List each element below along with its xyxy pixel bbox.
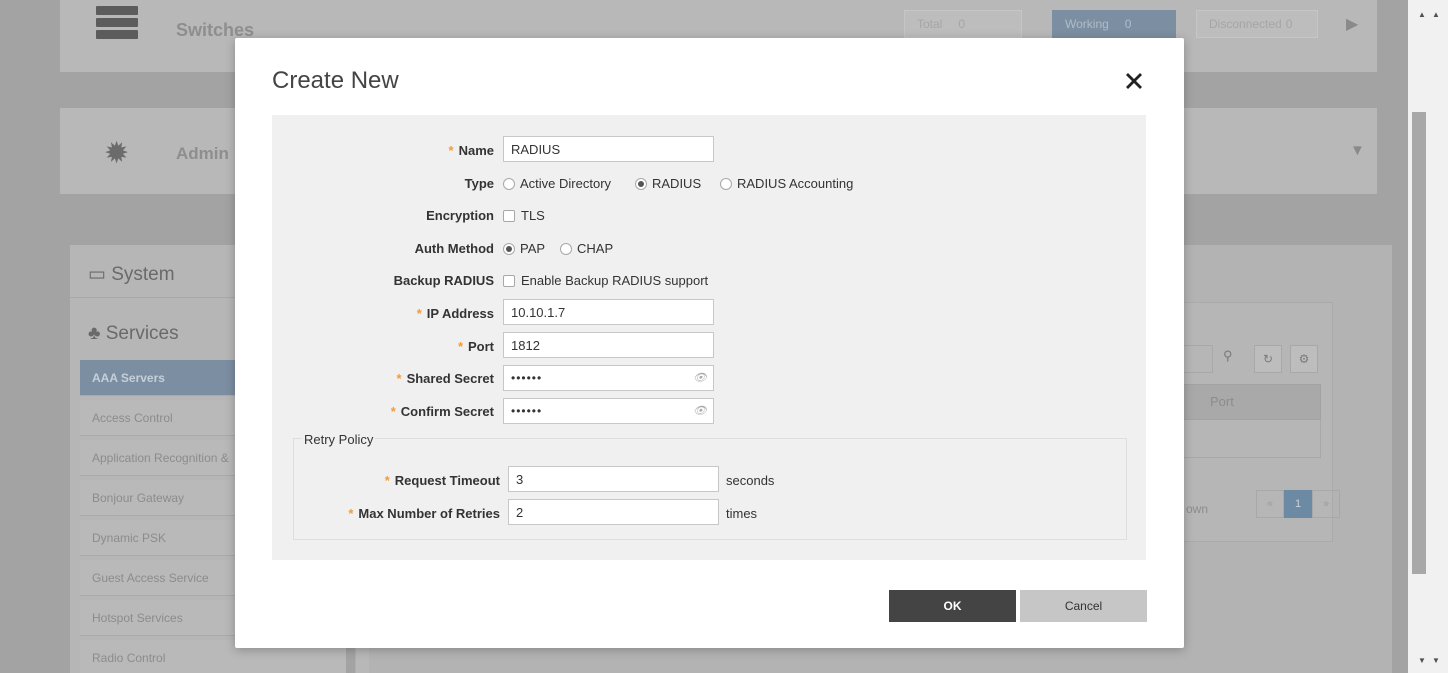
request-timeout-label: * Request Timeout <box>384 473 500 488</box>
backup-radius-checkbox[interactable]: Enable Backup RADIUS support <box>503 273 708 288</box>
search-input[interactable] <box>1183 345 1213 373</box>
scrollbar-thumb[interactable] <box>1412 112 1426 574</box>
sidebar-services-label: Services <box>105 323 179 344</box>
retry-policy-legend: Retry Policy <box>302 432 376 447</box>
laptop-icon: ▭ <box>88 264 106 285</box>
confirm-secret-label: * Confirm Secret <box>390 404 494 419</box>
cancel-button[interactable]: Cancel <box>1020 590 1147 622</box>
name-input[interactable] <box>503 136 714 162</box>
total-label: Total <box>917 17 943 31</box>
pagination-prev[interactable]: « <box>1256 490 1284 518</box>
auth-radio-pap[interactable]: PAP <box>503 241 545 256</box>
settings-icon[interactable]: ⚙ <box>1290 345 1318 373</box>
gear-icon: ✹ <box>104 137 130 170</box>
refresh-icon[interactable]: ↻ <box>1254 345 1282 373</box>
port-label: * Port <box>457 339 494 354</box>
type-radio-radius-accounting[interactable]: RADIUS Accounting <box>720 176 853 191</box>
scroll-up-icon[interactable]: ▲ <box>1418 10 1426 19</box>
switches-disconnected-badge: Disconnected 0 <box>1196 10 1318 38</box>
shared-secret-input[interactable] <box>503 365 714 391</box>
dialog-title: Create New <box>272 67 399 94</box>
encryption-label: Encryption <box>426 208 494 223</box>
chevron-right-icon[interactable]: ▶ <box>1346 14 1358 34</box>
pagination-page[interactable]: 1 <box>1284 490 1312 518</box>
form-area: *Name Type Active Directory RADIUS RADIU… <box>272 115 1146 560</box>
sidebar-system-label: System <box>111 264 175 285</box>
backup-radius-label: Backup RADIUS <box>393 273 494 288</box>
eye-slash-icon[interactable]: 👁 <box>693 404 707 417</box>
auth-radio-chap[interactable]: CHAP <box>560 241 613 256</box>
auth-method-label: Auth Method <box>414 241 494 256</box>
scroll-down-icon[interactable]: ▼ <box>1418 656 1426 665</box>
ip-address-input[interactable] <box>503 299 714 325</box>
switches-total-badge: Total 0 <box>904 10 1022 38</box>
name-label: * Name <box>448 143 494 158</box>
sidebar-system[interactable]: ▭ System <box>88 263 175 286</box>
chevron-down-icon[interactable]: ▼ <box>1350 142 1365 159</box>
working-value: 0 <box>1124 17 1132 31</box>
total-value: 0 <box>958 17 966 31</box>
create-new-dialog: Create New *Name Type Active Directory R… <box>235 38 1184 648</box>
port-column-header[interactable]: Port <box>1210 394 1234 409</box>
max-retries-unit: times <box>726 506 758 521</box>
search-icon[interactable]: ⚲ <box>1223 348 1233 364</box>
working-label: Working <box>1065 17 1109 31</box>
type-label: Type <box>464 176 494 191</box>
disconnected-label: Disconnected <box>1209 17 1282 31</box>
request-timeout-unit: seconds <box>726 473 775 488</box>
port-input[interactable] <box>503 332 714 358</box>
max-retries-label: * Max Number of Retries <box>348 506 500 521</box>
request-timeout-input[interactable] <box>508 466 719 492</box>
type-radio-active-directory[interactable]: Active Directory <box>503 176 611 191</box>
type-radio-radius[interactable]: RADIUS <box>635 176 701 191</box>
scroll-down-icon[interactable]: ▼ <box>1432 656 1440 665</box>
ok-button[interactable]: OK <box>889 590 1016 622</box>
encryption-tls-checkbox[interactable]: TLS <box>503 208 545 223</box>
disconnected-value: 0 <box>1285 17 1293 31</box>
max-retries-input[interactable] <box>508 499 719 525</box>
ip-address-label: * IP Address <box>416 306 494 321</box>
services-icon: ♣ <box>88 323 101 344</box>
eye-slash-icon[interactable]: 👁 <box>693 371 707 384</box>
admin-title: Admin <box>176 144 229 163</box>
switches-working-badge: Working 0 <box>1052 10 1176 38</box>
shared-secret-label: * Shared Secret <box>396 371 495 386</box>
close-icon[interactable] <box>1122 69 1146 93</box>
pagination-next[interactable]: » <box>1312 490 1340 518</box>
shown-text: own <box>1186 502 1209 516</box>
table-header <box>1183 384 1321 420</box>
switches-icon <box>96 6 138 40</box>
confirm-secret-input[interactable] <box>503 398 714 424</box>
sidebar-services[interactable]: ♣ Services <box>88 323 179 345</box>
table-row <box>1183 420 1321 458</box>
scroll-up-icon[interactable]: ▲ <box>1432 10 1440 19</box>
